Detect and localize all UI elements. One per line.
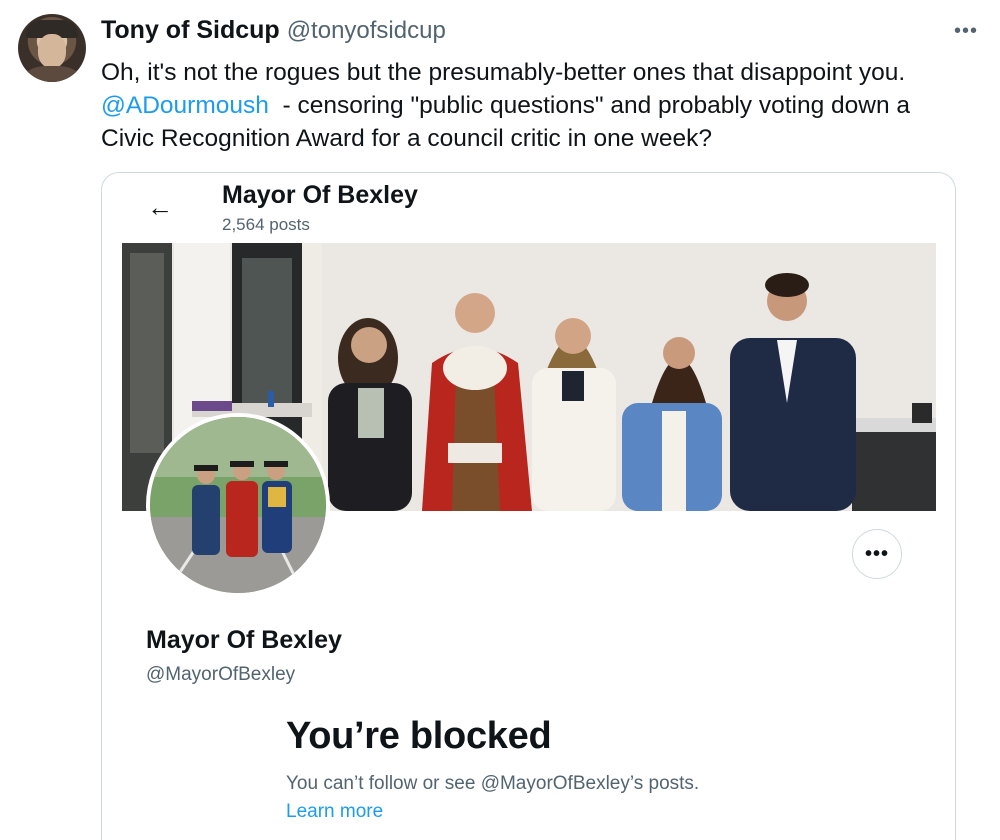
profile-post-count: 2,564 posts	[222, 215, 310, 234]
back-arrow-icon: ←	[147, 192, 173, 222]
author-avatar[interactable]	[18, 14, 86, 82]
mention-link[interactable]: @ADourmoush	[101, 92, 269, 119]
profile-header-title: Mayor Of Bexley	[222, 181, 418, 209]
profile-screenshot: ← Mayor Of Bexley 2,564 posts ••• Mayor …	[122, 173, 936, 840]
tweet-text-line-2-rest: - censoring "public questions" and proba…	[268, 92, 911, 119]
blocked-title: You’re blocked	[286, 715, 552, 757]
embedded-screenshot[interactable]: ← Mayor Of Bexley 2,564 posts ••• Mayor …	[101, 172, 956, 840]
more-options-icon[interactable]: •••	[950, 18, 982, 44]
profile-name: Mayor Of Bexley	[146, 626, 342, 654]
author-display-name[interactable]: Tony of Sidcup	[101, 16, 280, 45]
tweet-text-line-1: Oh, it's not the rogues but the presumab…	[101, 59, 906, 86]
profile-photo[interactable]	[146, 413, 330, 597]
profile-photo-image	[150, 417, 326, 593]
tweet-header: Tony of Sidcup @tonyofsidcup	[101, 16, 446, 45]
tweet-text-line-3: Civic Recognition Award for a council cr…	[101, 125, 712, 152]
profile-more-button[interactable]: •••	[852, 529, 902, 579]
blocked-subtitle: You can’t follow or see @MayorOfBexley’s…	[286, 773, 700, 794]
tweet-text: Oh, it's not the rogues but the presumab…	[101, 56, 981, 155]
learn-more-link[interactable]: Learn more	[286, 801, 383, 823]
tweet-text-line-2: @ADourmoush - censoring "public question…	[101, 89, 981, 122]
profile-handle: @MayorOfBexley	[146, 664, 296, 685]
avatar-body	[24, 66, 80, 82]
avatar-face	[38, 34, 66, 68]
author-handle[interactable]: @tonyofsidcup	[287, 17, 446, 45]
